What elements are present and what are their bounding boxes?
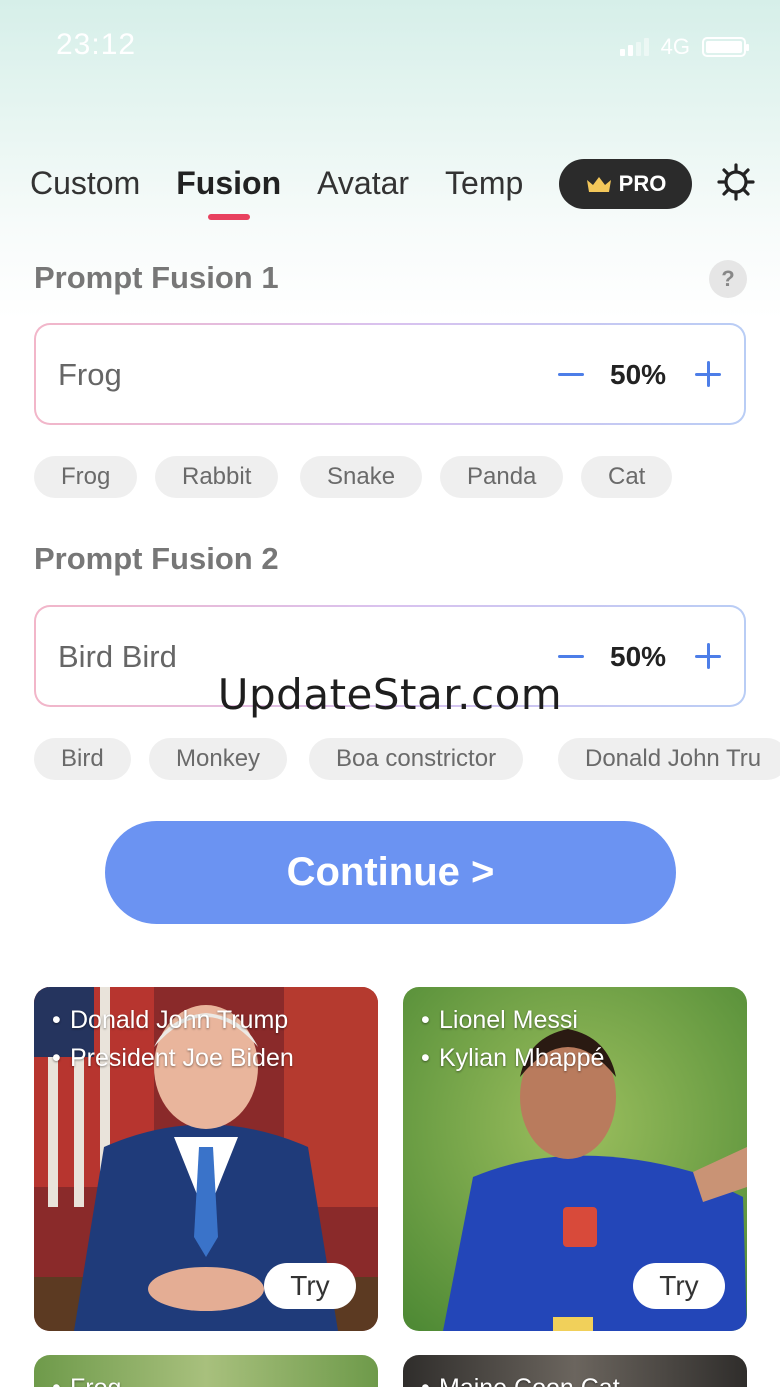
signal-icon (619, 38, 649, 56)
pro-label: PRO (618, 171, 667, 196)
pro-button[interactable]: PRO (559, 159, 692, 209)
fusion1-prompt-field[interactable]: Frog 50% (34, 323, 746, 425)
example-prompt: Kylian Mbappé (439, 1044, 605, 1072)
suggestion-chip[interactable]: Rabbit (155, 456, 279, 498)
suggestion-chip[interactable]: Cat (581, 456, 673, 498)
status-time: 23:12 (56, 28, 137, 61)
try-button[interactable]: Try (264, 1263, 356, 1309)
fusion2-suggestions: Bird Monkey Boa constrictor Donald John … (34, 738, 780, 780)
suggestion-chip[interactable]: Monkey (149, 738, 288, 780)
network-type: 4G (660, 34, 690, 59)
fusion2-title: Prompt Fusion 2 (34, 541, 279, 576)
battery-icon (702, 37, 749, 57)
gear-icon[interactable] (716, 162, 756, 202)
fusion1-title: Prompt Fusion 1 (34, 260, 279, 295)
try-button[interactable]: Try (633, 1263, 725, 1309)
suggestion-chip[interactable]: Bird (34, 738, 131, 780)
help-icon[interactable]: ? (709, 260, 747, 298)
tab-fusion[interactable]: Fusion (176, 160, 281, 220)
suggestion-chip[interactable]: Boa constrictor (309, 738, 524, 780)
example-prompt: Maine Coon Cat (439, 1374, 620, 1387)
example-prompt: Donald John Trump (70, 1006, 289, 1034)
status-indicators: 4G (619, 34, 749, 60)
status-bar: 23:12 4G (0, 0, 780, 96)
fusion1-suggestions: Frog Rabbit Snake Panda Cat (34, 456, 780, 498)
suggestion-chip[interactable]: Panda (440, 456, 564, 498)
fusion1-increase-icon[interactable] (695, 361, 721, 387)
example-prompts: • Lionel Messi • Kylian Mbappé (421, 1006, 605, 1072)
fusion1-prompt-value[interactable]: Frog (58, 357, 122, 393)
example-prompt: President Joe Biden (70, 1044, 294, 1072)
example-card[interactable]: • Lionel Messi • Kylian Mbappé Try (403, 987, 747, 1331)
example-prompts: • Donald John Trump • President Joe Biden (52, 1006, 294, 1072)
fusion2-increase-icon[interactable] (695, 643, 721, 669)
example-card[interactable]: •Maine Coon Cat (403, 1355, 747, 1387)
example-card[interactable]: •Frog (34, 1355, 378, 1387)
example-prompt: Lionel Messi (439, 1006, 578, 1034)
fusion1-percent: 50% (610, 359, 667, 390)
fusion1-decrease-icon[interactable] (558, 373, 584, 376)
watermark: UpdateStar.com (217, 670, 563, 719)
tab-template[interactable]: Temp (445, 160, 523, 220)
fusion2-percent: 50% (610, 641, 667, 672)
suggestion-chip[interactable]: Donald John Tru (558, 738, 780, 780)
fusion2-decrease-icon[interactable] (558, 655, 584, 658)
example-prompts: •Frog (52, 1369, 121, 1387)
tab-avatar[interactable]: Avatar (317, 160, 409, 220)
crown-icon (586, 177, 611, 192)
suggestion-chip[interactable]: Frog (34, 456, 138, 498)
tab-custom[interactable]: Custom (30, 160, 140, 220)
example-prompts: •Maine Coon Cat (421, 1369, 620, 1387)
continue-button[interactable]: Continue > (105, 821, 676, 924)
example-prompt: Frog (70, 1374, 121, 1387)
example-card[interactable]: • Donald John Trump • President Joe Biden … (34, 987, 378, 1331)
suggestion-chip[interactable]: Snake (300, 456, 423, 498)
mode-tabs: Custom Fusion Avatar Temp (30, 160, 540, 220)
